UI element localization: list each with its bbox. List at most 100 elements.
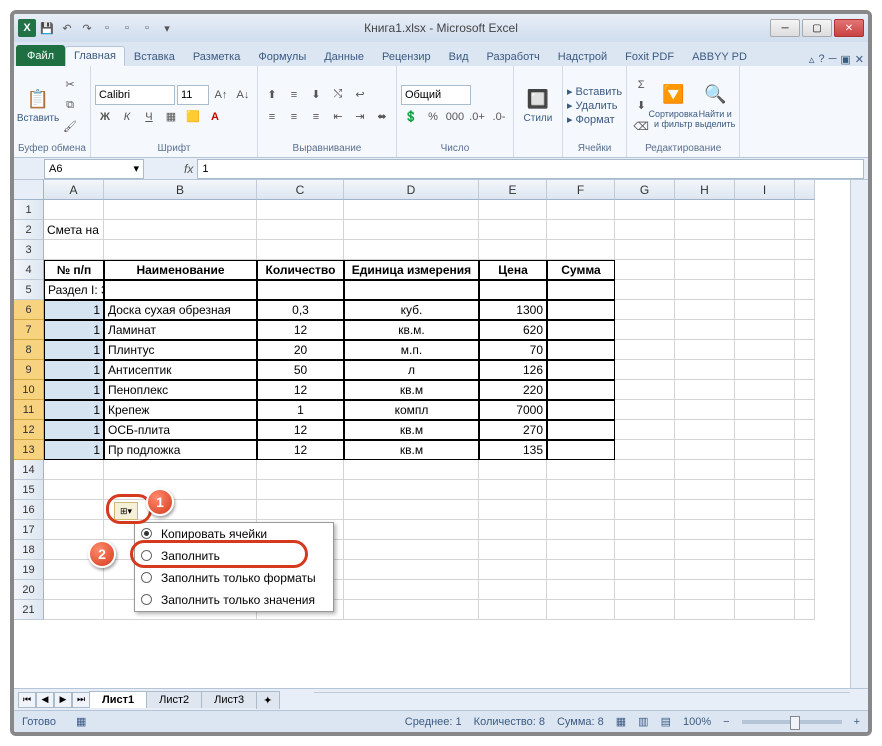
cell-I20[interactable] [735,580,795,600]
cell-E1[interactable] [479,200,547,220]
cell-I16[interactable] [735,500,795,520]
cell-D6[interactable]: куб. [344,300,479,320]
cell-G18[interactable] [615,540,675,560]
cell-6[interactable] [795,300,815,320]
autosum-icon[interactable]: Σ [631,75,651,95]
cell-I4[interactable] [735,260,795,280]
cell-E11[interactable]: 7000 [479,400,547,420]
cell-A11[interactable]: 1 [44,400,104,420]
cell-I11[interactable] [735,400,795,420]
cell-A4[interactable]: № п/п [44,260,104,280]
cell-F6[interactable] [547,300,615,320]
tab-layout[interactable]: Разметка [184,47,250,66]
cell-14[interactable] [795,460,815,480]
autofill-options-button[interactable]: ⊞▾ [114,502,138,520]
zoom-slider[interactable] [742,720,842,724]
cell-C1[interactable] [257,200,344,220]
cell-H8[interactable] [675,340,735,360]
cell-H13[interactable] [675,440,735,460]
number-format-combo[interactable]: Общий [401,85,471,105]
cell-D17[interactable] [344,520,479,540]
cell-F14[interactable] [547,460,615,480]
cell-F20[interactable] [547,580,615,600]
cell-9[interactable] [795,360,815,380]
cell-H12[interactable] [675,420,735,440]
row-header-9[interactable]: 9 [14,360,44,380]
cell-A16[interactable] [44,500,104,520]
tab-home[interactable]: Главная [65,46,125,66]
cell-H21[interactable] [675,600,735,620]
row-header-7[interactable]: 7 [14,320,44,340]
cell-E13[interactable]: 135 [479,440,547,460]
cell-F12[interactable] [547,420,615,440]
cell-C12[interactable]: 12 [257,420,344,440]
cell-G17[interactable] [615,520,675,540]
row-header-11[interactable]: 11 [14,400,44,420]
cell-E7[interactable]: 620 [479,320,547,340]
cell-B12[interactable]: ОСБ-плита [104,420,257,440]
row-header-18[interactable]: 18 [14,540,44,560]
row-header-12[interactable]: 12 [14,420,44,440]
cell-I15[interactable] [735,480,795,500]
cell-G13[interactable] [615,440,675,460]
percent-icon[interactable]: % [423,107,443,127]
row-header-2[interactable]: 2 [14,220,44,240]
cell-G14[interactable] [615,460,675,480]
underline-icon[interactable]: Ч [139,107,159,127]
cell-A14[interactable] [44,460,104,480]
cell-10[interactable] [795,380,815,400]
view-layout-icon[interactable]: ▥ [638,715,648,728]
cell-G15[interactable] [615,480,675,500]
align-right-icon[interactable]: ≡ [306,107,326,127]
doc-restore-icon[interactable]: ▣ [840,53,850,66]
cell-H11[interactable] [675,400,735,420]
cell-I8[interactable] [735,340,795,360]
tab-view[interactable]: Вид [440,47,478,66]
cell-D1[interactable] [344,200,479,220]
maximize-button[interactable]: ▢ [802,19,832,37]
cell-H16[interactable] [675,500,735,520]
border-icon[interactable]: ▦ [161,107,181,127]
doc-min-icon[interactable]: ─ [829,53,837,66]
cell-I12[interactable] [735,420,795,440]
cell-G6[interactable] [615,300,675,320]
cell-E19[interactable] [479,560,547,580]
cell-A3[interactable] [44,240,104,260]
cell-C3[interactable] [257,240,344,260]
cell-F5[interactable] [547,280,615,300]
tab-foxit[interactable]: Foxit PDF [616,47,683,66]
row-header-13[interactable]: 13 [14,440,44,460]
row-header-8[interactable]: 8 [14,340,44,360]
paste-button[interactable]: 📋 Вставить [18,87,58,124]
row-header-21[interactable]: 21 [14,600,44,620]
cells-insert-button[interactable]: ▸ Вставить [567,85,622,98]
new-sheet-button[interactable]: ✦ [256,691,280,709]
cell-I3[interactable] [735,240,795,260]
cell-A21[interactable] [44,600,104,620]
merge-icon[interactable]: ⬌ [372,107,392,127]
cell-C13[interactable]: 12 [257,440,344,460]
row-header-4[interactable]: 4 [14,260,44,280]
cell-F13[interactable] [547,440,615,460]
formula-bar[interactable]: 1 [197,159,864,179]
cell-I13[interactable] [735,440,795,460]
row-header-16[interactable]: 16 [14,500,44,520]
cell-H7[interactable] [675,320,735,340]
tab-formulas[interactable]: Формулы [249,47,315,66]
cell-B9[interactable]: Антисептик [104,360,257,380]
col-header-B[interactable]: B [104,180,257,200]
cell-A1[interactable] [44,200,104,220]
italic-icon[interactable]: К [117,107,137,127]
cell-H5[interactable] [675,280,735,300]
font-name-combo[interactable]: Calibri [95,85,175,105]
cell-A15[interactable] [44,480,104,500]
cell-D20[interactable] [344,580,479,600]
sheet-nav-next[interactable]: ▶ [54,692,72,708]
view-pagebreak-icon[interactable]: ▤ [661,715,671,728]
indent-inc-icon[interactable]: ⇥ [350,107,370,127]
autofill-fill-series[interactable]: Заполнить [135,545,333,567]
cell-A5[interactable]: Раздел I: Затраты на материалы [44,280,104,300]
doc-close-icon[interactable]: ✕ [855,53,864,66]
cell-F2[interactable] [547,220,615,240]
ribbon-minimize-icon[interactable]: ▵ [809,53,815,66]
